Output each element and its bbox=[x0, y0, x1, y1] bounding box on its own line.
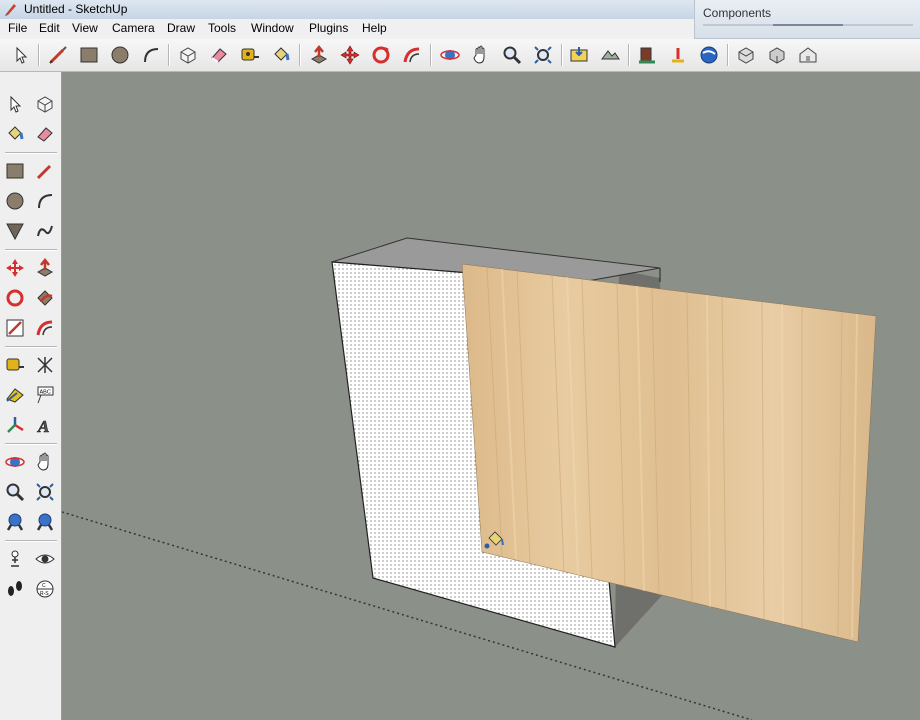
make-component-icon[interactable] bbox=[175, 42, 201, 68]
rectangle-icon[interactable] bbox=[76, 42, 102, 68]
polygon-icon[interactable] bbox=[1, 217, 29, 245]
select-icon[interactable] bbox=[1, 90, 29, 118]
components-panel[interactable]: Components bbox=[694, 0, 920, 39]
get-models-icon[interactable] bbox=[634, 42, 660, 68]
offset-icon[interactable] bbox=[31, 314, 59, 342]
components-panel-divider bbox=[703, 24, 913, 26]
menu-edit[interactable]: Edit bbox=[37, 21, 62, 35]
line-icon[interactable] bbox=[31, 157, 59, 185]
components-share-icon[interactable] bbox=[764, 42, 790, 68]
eraser-icon[interactable] bbox=[31, 120, 59, 148]
zoom-window-icon[interactable] bbox=[31, 478, 59, 506]
add-location-icon[interactable] bbox=[566, 42, 592, 68]
push-pull-icon[interactable] bbox=[31, 254, 59, 282]
toggle-terrain-icon[interactable] bbox=[597, 42, 623, 68]
look-around-icon[interactable] bbox=[31, 545, 59, 573]
rotate-icon[interactable] bbox=[368, 42, 394, 68]
line-icon[interactable] bbox=[45, 42, 71, 68]
circle-icon[interactable] bbox=[1, 187, 29, 215]
walk-icon[interactable] bbox=[1, 575, 29, 603]
push-pull-icon[interactable] bbox=[306, 42, 332, 68]
menu-view[interactable]: View bbox=[70, 21, 100, 35]
pan-icon[interactable] bbox=[468, 42, 494, 68]
select-icon[interactable] bbox=[8, 42, 34, 68]
zoom-icon[interactable] bbox=[499, 42, 525, 68]
arc-icon[interactable] bbox=[31, 187, 59, 215]
menu-file[interactable]: File bbox=[6, 21, 29, 35]
svg-text:ABC: ABC bbox=[40, 390, 51, 396]
svg-text:A: A bbox=[37, 417, 49, 435]
warehouse-icon[interactable] bbox=[795, 42, 821, 68]
eraser-icon[interactable] bbox=[206, 42, 232, 68]
window-title: Untitled - SketchUp bbox=[24, 2, 128, 16]
follow-me-icon[interactable] bbox=[31, 284, 59, 312]
axes-icon[interactable] bbox=[1, 411, 29, 439]
menu-tools[interactable]: Tools bbox=[206, 21, 238, 35]
freehand-icon[interactable] bbox=[31, 217, 59, 245]
share-model-icon[interactable] bbox=[665, 42, 691, 68]
rectangle-icon[interactable] bbox=[1, 157, 29, 185]
tape-measure-icon[interactable] bbox=[237, 42, 263, 68]
move-icon[interactable] bbox=[1, 254, 29, 282]
sketchup-logo-icon bbox=[5, 4, 16, 16]
google-earth-icon[interactable] bbox=[696, 42, 722, 68]
zoom-extents-icon[interactable] bbox=[530, 42, 556, 68]
orbit-icon[interactable] bbox=[437, 42, 463, 68]
dimension-icon[interactable] bbox=[31, 351, 59, 379]
viewport-canvas[interactable] bbox=[62, 72, 920, 720]
protractor-icon[interactable] bbox=[1, 381, 29, 409]
previous-view-icon[interactable] bbox=[1, 508, 29, 536]
move-icon[interactable] bbox=[337, 42, 363, 68]
components-get-icon[interactable] bbox=[733, 42, 759, 68]
left-toolbar: ABC A C R-S bbox=[0, 72, 62, 720]
components-panel-title: Components bbox=[703, 6, 772, 20]
orbit-icon[interactable] bbox=[1, 448, 29, 476]
follow-me-icon[interactable] bbox=[399, 42, 425, 68]
circle-icon[interactable] bbox=[107, 42, 133, 68]
paint-bucket-icon[interactable] bbox=[268, 42, 294, 68]
pan-icon[interactable] bbox=[31, 448, 59, 476]
next-view-icon[interactable] bbox=[31, 508, 59, 536]
position-camera-icon[interactable] bbox=[1, 545, 29, 573]
menu-draw[interactable]: Draw bbox=[165, 21, 197, 35]
paint-bucket-icon[interactable] bbox=[1, 120, 29, 148]
main-toolbar bbox=[0, 39, 920, 72]
text-icon[interactable]: ABC bbox=[31, 381, 59, 409]
make-component-icon[interactable] bbox=[31, 90, 59, 118]
menu-window[interactable]: Window bbox=[249, 21, 296, 35]
rotate-icon[interactable] bbox=[1, 284, 29, 312]
svg-text:C: C bbox=[42, 583, 46, 589]
scale-icon[interactable] bbox=[1, 314, 29, 342]
tape-measure-icon[interactable] bbox=[1, 351, 29, 379]
arc-icon[interactable] bbox=[138, 42, 164, 68]
3d-text-icon[interactable]: A bbox=[31, 411, 59, 439]
menu-camera[interactable]: Camera bbox=[110, 21, 157, 35]
menu-help[interactable]: Help bbox=[360, 21, 389, 35]
svg-text:R-S: R-S bbox=[40, 591, 49, 597]
section-plane-icon[interactable]: C R-S bbox=[31, 575, 59, 603]
menu-plugins[interactable]: Plugins bbox=[307, 21, 350, 35]
zoom-icon[interactable] bbox=[1, 478, 29, 506]
